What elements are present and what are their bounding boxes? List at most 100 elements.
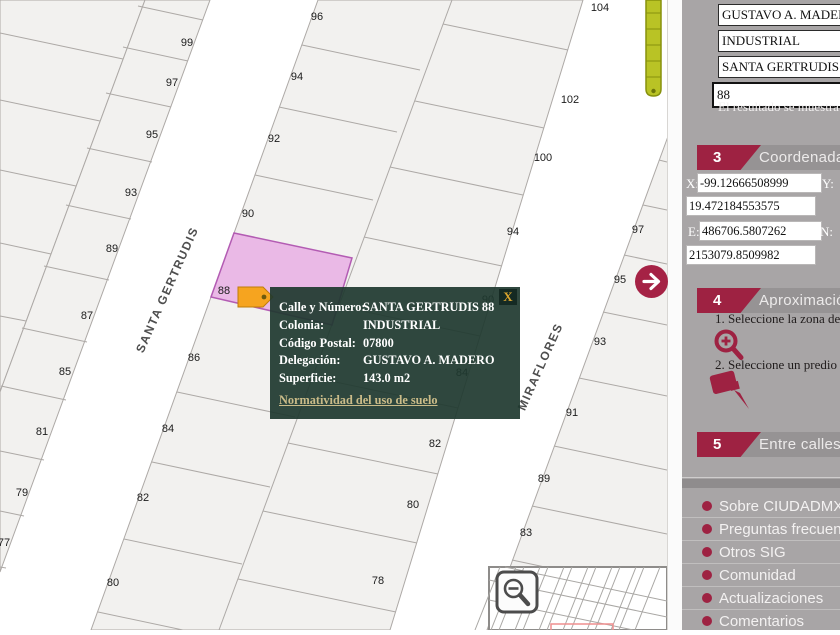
parcel-number: 90 [242,208,254,220]
bullet-icon [702,570,712,580]
e-coordinate-field[interactable] [699,221,822,241]
y-coordinate-field[interactable] [686,196,816,216]
parcel-number: 80 [107,577,119,589]
colonia-input[interactable] [718,30,840,52]
popup-row: Superficie: 143.0 m2 [279,370,520,388]
bullet-icon [702,593,712,603]
parcel-number: 95 [614,274,626,286]
parcel-number: 104 [591,2,609,14]
popup-row-value: GUSTAVO A. MADERO [363,353,495,368]
parcel-number: 92 [268,133,280,145]
n-coordinate-field[interactable] [686,245,816,265]
parcel-info-popup: X Calle y Número: SANTA GERTRUDIS 88 Colon… [270,287,520,419]
n-label: N: [820,224,833,239]
parcel-number: 88 [218,285,230,297]
e-label: E: [688,224,700,239]
popup-row-value: INDUSTRIAL [363,317,441,332]
menu-item-label: Actualizaciones [719,589,824,607]
bullet-icon [702,616,712,626]
land-use-link[interactable]: Normatividad del uso de suelo [279,393,438,408]
section-between-streets-header: 5 Entre calles: [697,432,840,457]
section-number-badge: 5 [697,432,761,457]
menu-item-otros-sig[interactable]: Otros SIG [682,540,840,563]
x-coordinate-field[interactable] [697,173,822,193]
parcel-number: 93 [594,336,606,348]
parcel-number: 86 [188,352,200,364]
parcel-number: 82 [137,492,149,504]
popup-row-label: Superficie: [279,371,337,386]
popup-row: Código Postal: 07800 [279,335,520,353]
parcel-number: 94 [291,71,303,83]
parcel-number: 80 [407,499,419,511]
menu-item-comunidad[interactable]: Comunidad [682,563,840,586]
parcel-number: 77 [0,537,10,549]
pushpin-icon[interactable] [708,369,754,413]
zoom-slider[interactable] [645,0,662,97]
popup-row-value: 143.0 m2 [363,371,411,386]
parcel-number: 87 [81,310,93,322]
parcel-number: 99 [181,37,193,49]
menu-item-actualizaciones[interactable]: Actualizaciones [682,586,840,609]
parcel-number: 93 [125,187,137,199]
parcel-number: 94 [507,226,519,238]
menu-item-label: Comunidad [719,566,796,584]
parcel-number: 89 [106,243,118,255]
divider-band [682,479,840,488]
menu-item-label: Preguntas frecuentes [719,520,840,538]
panel-gutter [668,0,682,630]
popup-row: Calle y Número: SANTA GERTRUDIS 88 [279,299,520,317]
parcel-number: 97 [632,224,644,236]
menu-item-label: Comentarios [719,612,805,630]
parcel-number: 91 [566,407,578,419]
parcel-number: 102 [561,94,579,106]
map-canvas[interactable]: 99 97 95 93 89 87 85 81 79 77 96 94 92 90 88 86 84 82 80 10… [0,0,719,635]
parcel-number: 79 [16,487,28,499]
menu-item-preguntas-frecuentes[interactable]: Preguntas frecuentes [682,517,840,540]
section-number-badge: 3 [697,145,761,170]
collapse-sidebar-button[interactable] [635,265,668,298]
menu-item-comentarios[interactable]: Comentarios [682,609,840,630]
menu-item-label: Otros SIG [719,543,786,561]
calle-input[interactable] [718,56,840,78]
parcel-number: 89 [538,473,550,485]
bullet-icon [702,547,712,557]
close-icon[interactable]: X [499,289,517,305]
result-note: El resultado se muestra en el mapa [718,99,840,114]
search-sidebar: El resultado se muestra en el mapa 3 Coo… [682,0,840,630]
street-name-label: MIRAFLORES [515,321,566,413]
parcel-number: 84 [162,423,174,435]
parcel-number: 83 [520,527,532,539]
sig-ciudadmx-app: { "map": { "streets": [ {"name": "SANTA … [0,0,840,635]
popup-row-label: Delegación: [279,353,341,368]
popup-row-label: Colonia: [279,317,325,332]
delegacion-input[interactable] [718,4,840,26]
section-coordinates-header: 3 Coordenadas [697,145,840,170]
parcel-number: 78 [372,575,384,587]
parcel-number: 97 [166,77,178,89]
popup-row-label: Calle y Número: [279,300,366,314]
popup-row-label: Código Postal: [279,335,356,350]
popup-row-value: 07800 [363,335,394,350]
parcel-number: 81 [36,426,48,438]
popup-row: Delegación: GUSTAVO A. MADERO [279,352,520,370]
arrow-right-icon [642,272,661,291]
y-label: Y: [822,176,834,191]
parcel-number: 95 [146,129,158,141]
section-approximation-header: 4 Aproximación [697,288,840,313]
street-name-label: SANTA GERTRUDIS [133,224,201,354]
popup-row: Colonia: INDUSTRIAL [279,317,520,335]
menu-item-sobre-ciudadmx[interactable]: Sobre CIUDADMX [682,495,840,517]
parcel-number: 85 [59,366,71,378]
footer-menu: Sobre CIUDADMX Preguntas frecuentes Otros … [682,495,840,630]
bullet-icon [702,524,712,534]
parcel-number: 96 [311,11,323,23]
bullet-icon [702,501,712,511]
parcel-number: 100 [534,152,552,164]
popup-row-value: SANTA GERTRUDIS 88 [363,300,495,314]
divider [682,477,840,478]
parcel-number: 82 [429,438,441,450]
zoom-out-button[interactable] [495,570,539,614]
section-number-badge: 4 [697,288,761,313]
overview-minimap[interactable] [474,566,668,635]
menu-item-label: Sobre CIUDADMX [719,497,840,515]
